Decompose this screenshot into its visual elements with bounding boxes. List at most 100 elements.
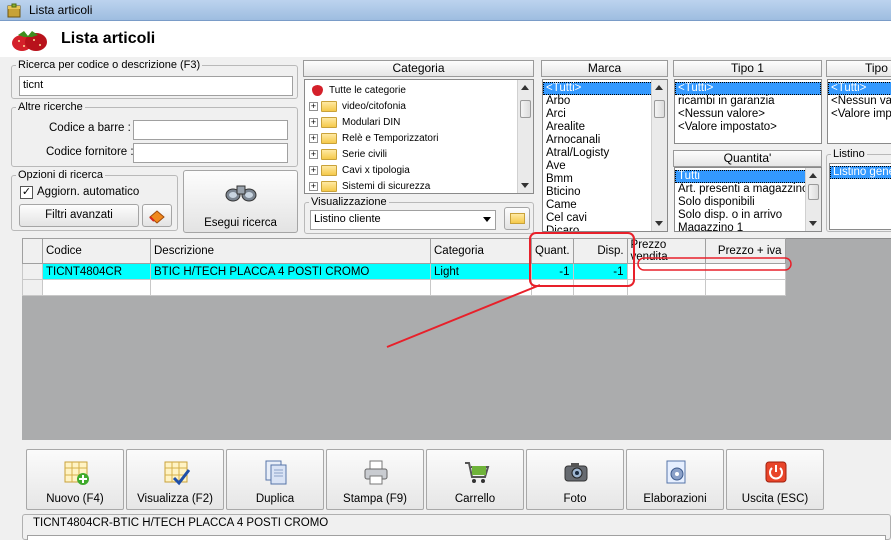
scroll-down-arrow-icon[interactable] [809,221,817,226]
supplier-code-field[interactable] [133,143,288,163]
cell-categoria[interactable]: Light [430,263,532,280]
expand-icon[interactable]: + [309,133,318,143]
scroll-down-arrow-icon[interactable] [655,221,663,226]
col-header-descrizione[interactable]: Descrizione [150,238,431,264]
quantita-item[interactable]: Tutti [675,170,821,183]
auto-update-checkbox[interactable]: ✓ [20,186,33,199]
run-search-button[interactable]: Esegui ricerca [183,170,298,233]
cell-empty[interactable] [626,279,706,296]
col-header-prezzo-iva[interactable]: Prezzo + iva [704,238,786,264]
tipo2-item[interactable]: <Nessun valore> [828,95,891,108]
categoria-item[interactable]: + Relè e Temporizzatori [305,130,533,146]
view-button[interactable]: Visualizza (F2) [126,449,224,510]
expand-icon[interactable]: + [309,165,318,175]
categoria-item[interactable]: + Sistemi di sicurezza [305,178,533,193]
categoria-tree[interactable]: Tutte le categorie + video/citofonia + Modul… [304,79,534,194]
marca-item[interactable]: Bticino [543,186,667,199]
col-header-categoria[interactable]: Categoria [430,238,532,264]
marca-item[interactable]: Arnocanali [543,134,667,147]
table-row-empty[interactable] [22,279,786,296]
cell-empty[interactable] [704,279,786,296]
marca-item[interactable]: Came [543,199,667,212]
listino-list[interactable]: Listino generale [829,163,891,230]
marca-item[interactable]: Arbo [543,95,667,108]
cell-descrizione[interactable]: BTIC H/TECH PLACCA 4 POSTI CROMO [150,263,431,280]
toolbar-button-label: Foto [563,493,587,505]
tipo2-list[interactable]: <Tutti><Nessun valore><Valore impostato> [827,79,891,144]
tipo2-item[interactable]: <Valore impostato> [828,108,891,121]
scroll-thumb[interactable] [654,100,665,118]
cart-button[interactable]: Carrello [426,449,524,510]
marca-list[interactable]: <Tutti> Arbo Arci Arealite Arnocanali Atral/L… [542,79,668,232]
camera-button[interactable]: Foto [526,449,624,510]
quantita-scrollbar[interactable] [805,168,821,231]
table-row[interactable]: TICNT4804CR BTIC H/TECH PLACCA 4 POSTI C… [22,263,786,280]
cell-empty[interactable] [531,279,574,296]
cell-empty[interactable] [430,279,532,296]
row-indicator[interactable] [22,279,43,296]
marca-item[interactable]: Bmm [543,173,667,186]
expand-icon[interactable]: + [309,149,318,159]
scroll-up-arrow-icon[interactable] [809,173,817,178]
col-header-quant[interactable]: Quant. [531,238,574,264]
cell-prezzo-vendita[interactable] [626,263,706,280]
categoria-root-item[interactable]: Tutte le categorie [305,82,533,98]
scroll-up-arrow-icon[interactable] [521,85,529,90]
cell-codice[interactable]: TICNT4804CR [42,263,151,280]
scroll-thumb[interactable] [808,184,819,200]
col-header-codice[interactable]: Codice [42,238,151,264]
marca-scrollbar[interactable] [651,80,667,231]
open-folder-button[interactable] [504,207,530,230]
categoria-scrollbar[interactable] [517,80,533,193]
categoria-item[interactable]: + Cavi x tipologia [305,162,533,178]
power-button[interactable]: Uscita (ESC) [726,449,824,510]
tipo1-item[interactable]: <Valore impostato> [675,121,821,134]
new-item-button[interactable]: Nuovo (F4) [26,449,124,510]
printer-button[interactable]: Stampa (F9) [326,449,424,510]
scroll-down-arrow-icon[interactable] [521,183,529,188]
tipo2-item[interactable]: <Tutti> [828,82,891,95]
barcode-field[interactable] [133,120,288,140]
marca-item[interactable]: Ave [543,160,667,173]
expand-icon[interactable]: + [309,101,318,111]
marca-item[interactable]: Arci [543,108,667,121]
tipo1-item[interactable]: ricambi in garanzia [675,95,821,108]
col-header-disp[interactable]: Disp. [572,238,628,264]
visualizzazione-select[interactable]: Listino cliente [310,210,496,230]
marca-item[interactable]: Cel cavi [543,212,667,225]
marca-item[interactable]: Arealite [543,121,667,134]
cell-disp[interactable]: -1 [572,263,628,280]
scroll-thumb[interactable] [520,100,531,118]
cell-empty[interactable] [42,279,151,296]
marca-item[interactable]: Dicaro [543,225,667,231]
categoria-item[interactable]: + Modulari DIN [305,114,533,130]
marca-item[interactable]: Atral/Logisty [543,147,667,160]
cell-prezzo-iva[interactable] [704,263,786,280]
row-indicator[interactable] [22,263,43,280]
expand-icon[interactable]: + [309,117,318,127]
categoria-item[interactable]: + Serie civili [305,146,533,162]
listino-item[interactable]: Listino generale [830,166,891,179]
marca-item[interactable]: <Tutti> [543,82,667,95]
tipo1-header: Tipo 1 [673,60,822,77]
col-header-prezzo-vendita[interactable]: Prezzo vendita [626,238,706,264]
categoria-item[interactable]: + video/citofonia [305,98,533,114]
search-input[interactable]: ticnt [19,76,293,96]
process-button[interactable]: Elaborazioni [626,449,724,510]
cell-quant[interactable]: -1 [531,263,574,280]
tipo1-item[interactable]: <Nessun valore> [675,108,821,121]
quantita-item[interactable]: Art. presenti a magazzino [675,183,821,196]
filter-reset-button[interactable] [142,204,172,227]
duplicate-button[interactable]: Duplica [226,449,324,510]
cell-empty[interactable] [572,279,628,296]
quantita-item[interactable]: Solo disponibili [675,196,821,209]
quantita-item[interactable]: Solo disp. o in arrivo [675,209,821,222]
tipo1-list[interactable]: <Tutti> ricambi in garanzia <Nessun valore… [674,79,822,144]
cell-empty[interactable] [150,279,431,296]
expand-icon[interactable]: + [309,181,318,191]
scroll-up-arrow-icon[interactable] [655,85,663,90]
quantita-list[interactable]: Tutti Art. presenti a magazzino Solo dispo… [674,167,822,232]
tipo1-item[interactable]: <Tutti> [675,82,821,95]
quantita-item[interactable]: Magazzino 1 [675,222,821,231]
advanced-filters-button[interactable]: Filtri avanzati [19,204,139,227]
